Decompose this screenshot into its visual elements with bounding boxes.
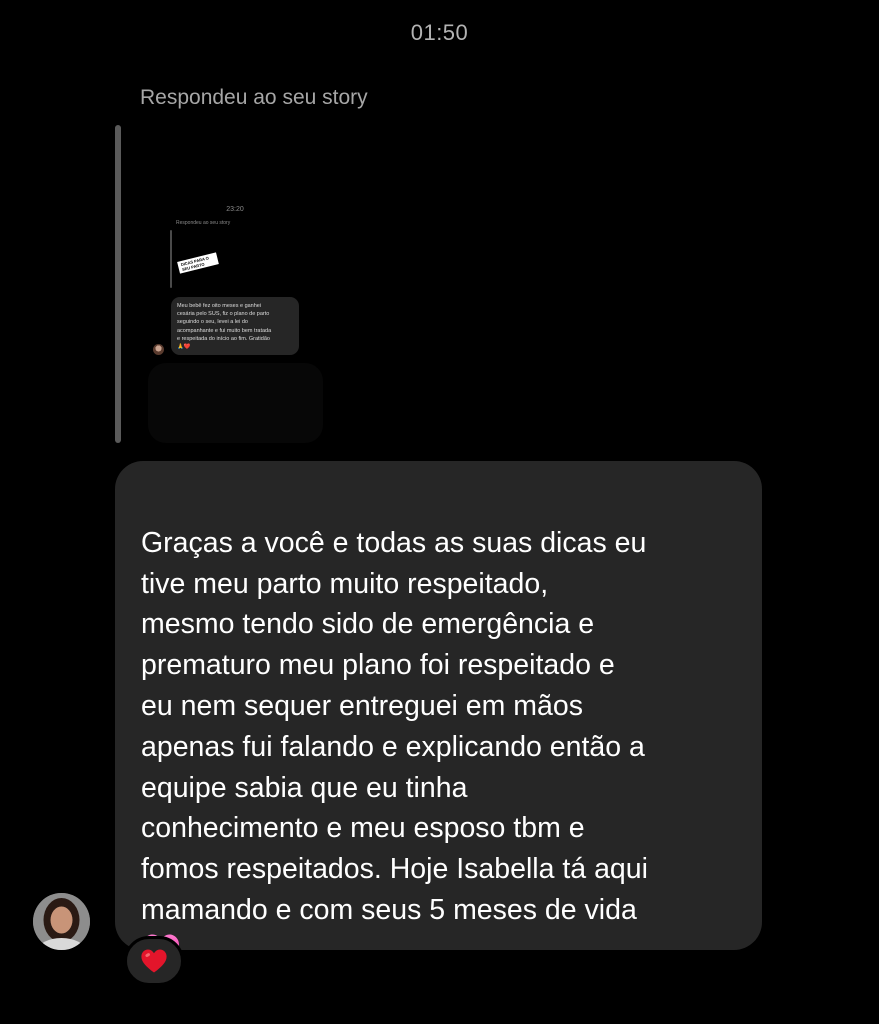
reply-indicator-bar	[115, 125, 121, 443]
story-preview-time: 23:20	[226, 206, 244, 213]
story-preview-avatar	[153, 344, 164, 355]
reaction-badge[interactable]	[124, 936, 184, 986]
story-preview[interactable]: 23:20 Respondeu ao seu story DICAS PARA …	[140, 145, 330, 443]
red-heart-icon	[141, 949, 167, 973]
avatar[interactable]	[33, 893, 90, 950]
story-preview-message: Meu bebê fez oito meses e ganhei cesária…	[171, 297, 299, 355]
story-preview-sticker: DICAS PARA O SEU PARTO	[177, 252, 219, 274]
timestamp: 01:50	[410, 20, 469, 45]
message-text: Graças a você e todas as suas dicas eu t…	[141, 526, 648, 926]
avatar-photo	[33, 893, 90, 950]
story-preview-shade	[148, 363, 323, 443]
reply-label: Respondeu ao seu story	[140, 86, 368, 109]
story-preview-reply-bar	[170, 230, 172, 288]
message-bubble[interactable]: Graças a você e todas as suas dicas eu t…	[115, 461, 762, 968]
story-preview-reply-label: Respondeu ao seu story	[176, 220, 231, 226]
